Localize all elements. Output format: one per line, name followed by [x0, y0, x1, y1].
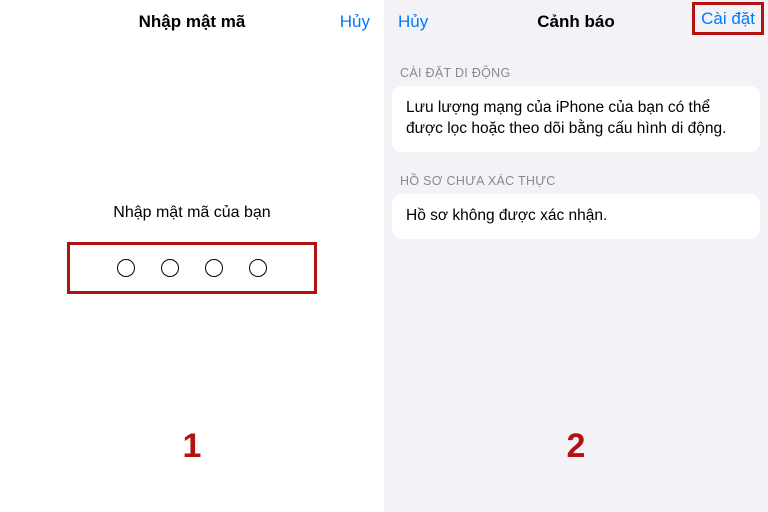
- section-body-unverified: Hồ sơ không được xác nhận.: [392, 194, 760, 239]
- passcode-dot-icon: [249, 259, 267, 277]
- navbar-right: Hủy Cảnh báo Cài đặt: [384, 0, 768, 44]
- passcode-dot-icon: [161, 259, 179, 277]
- warning-screen: Hủy Cảnh báo Cài đặt CÀI ĐẶT DI ĐỘNG Lưu…: [384, 0, 768, 512]
- nav-title-left: Nhập mật mã: [139, 12, 246, 32]
- passcode-screen: Nhập mật mã Hủy Nhập mật mã của bạn 1: [0, 0, 384, 512]
- nav-title-right: Cảnh báo: [537, 12, 614, 32]
- passcode-dot-icon: [117, 259, 135, 277]
- step-number-1: 1: [0, 427, 384, 466]
- navbar-left: Nhập mật mã Hủy: [0, 0, 384, 44]
- passcode-dot-icon: [205, 259, 223, 277]
- install-highlight-box: Cài đặt: [692, 2, 764, 35]
- section-header-unverified: HỒ SƠ CHƯA XÁC THỰC: [384, 152, 768, 194]
- cancel-button-right[interactable]: Hủy: [384, 0, 442, 44]
- install-button[interactable]: Cài đặt: [701, 9, 755, 29]
- section-body-mobile: Lưu lượng mạng của iPhone của bạn có thể…: [392, 86, 760, 152]
- step-number-2: 2: [384, 427, 768, 466]
- passcode-prompt-label: Nhập mật mã của bạn: [0, 204, 384, 222]
- cancel-button-left[interactable]: Hủy: [326, 0, 384, 44]
- section-header-mobile: CÀI ĐẶT DI ĐỘNG: [384, 44, 768, 86]
- passcode-dots-row[interactable]: [67, 242, 317, 294]
